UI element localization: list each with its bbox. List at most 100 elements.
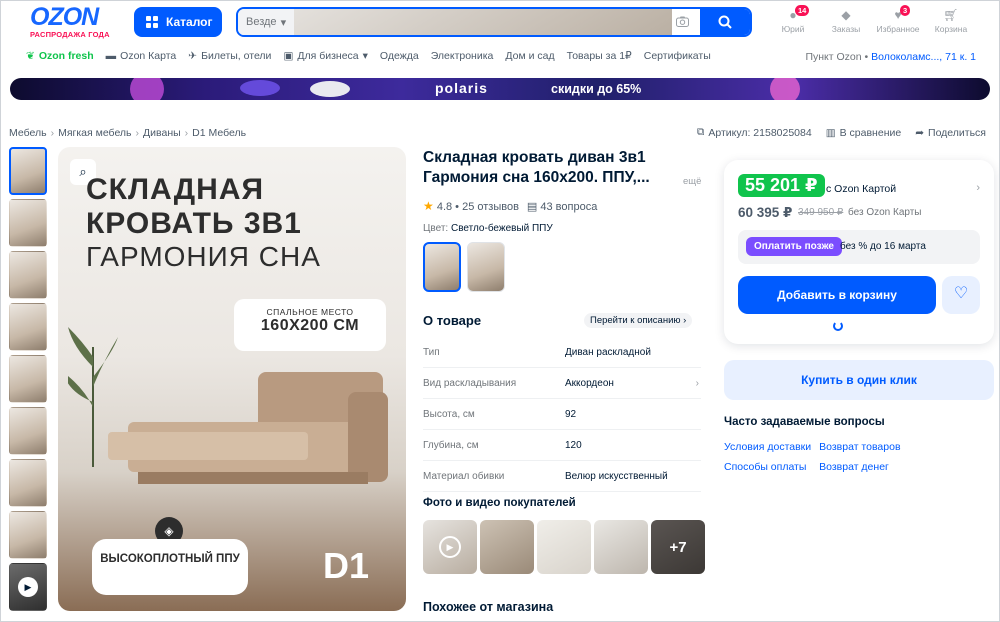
heart-icon: ♥ 3 — [889, 5, 911, 22]
ozon-logo[interactable]: OZON РАСПРОДАЖА ГОДА — [30, 5, 122, 40]
thumbnail[interactable] — [9, 459, 47, 507]
catalog-label: Каталог — [166, 15, 213, 29]
header-cart-label: Корзина — [934, 24, 968, 34]
customer-video[interactable]: ▶ — [423, 520, 477, 574]
variant-option[interactable] — [467, 242, 505, 292]
image-title-1: СКЛАДНАЯ — [86, 173, 265, 206]
heart-icon: ♡ — [953, 285, 969, 302]
card-price-label: с Ozon Картой — [826, 183, 897, 195]
spec-row: Высота, см 92 — [423, 399, 701, 430]
nav-item-one-ruble[interactable]: Товары за 1₽ — [567, 50, 632, 62]
buy-one-click-button[interactable]: Купить в один клик — [724, 360, 994, 400]
buy-box: 55 201 ₽ с Ozon Картой › 60 395 ₽ 349 95… — [724, 160, 994, 344]
title-more-link[interactable]: ещё — [683, 176, 701, 187]
banner-decoration — [240, 80, 280, 96]
faq-link-refund[interactable]: Возврат денег — [819, 461, 900, 473]
brand-mark: D1 — [323, 545, 370, 586]
chevron-right-icon[interactable]: › — [976, 182, 980, 194]
card-price: 55 201 ₽ — [738, 174, 825, 197]
header-cart[interactable]: 🛒︎ Корзина — [926, 8, 976, 34]
thumbnail-strip: ▶ — [9, 147, 49, 615]
spec-value: Диван раскладной — [565, 346, 651, 358]
breadcrumb-item[interactable]: Мягкая мебель — [58, 127, 131, 139]
share-button[interactable]: ➦ Поделиться — [915, 127, 986, 139]
product-main-image[interactable]: ⌕ СКЛАДНАЯ КРОВАТЬ 3В1 ГАРМОНИЯ СНА СПАЛ… — [58, 147, 406, 611]
nav-item-electronics[interactable]: Электроника — [431, 50, 494, 62]
color-value: Светло-бежевый ППУ — [450, 223, 553, 234]
nav-item-certificates[interactable]: Сертификаты — [644, 50, 711, 62]
header-orders[interactable]: ◆ Заказы — [821, 8, 871, 34]
header-user[interactable]: ● 14 Юрий — [768, 5, 818, 34]
header: OZON РАСПРОДАЖА ГОДА Каталог Везде ▾ Иск… — [0, 0, 1000, 44]
customer-photos-heading: Фото и видео покупателей — [423, 497, 576, 509]
thumbnail[interactable] — [9, 303, 47, 351]
banner-brand: polaris — [435, 80, 488, 96]
user-badge: 14 — [795, 5, 810, 16]
nav-item-business[interactable]: ▣ Для бизнеса ▾ — [283, 50, 367, 62]
goto-description-label: Перейти к описанию — [590, 315, 681, 326]
favorites-badge: 3 — [900, 5, 911, 16]
pickup-point[interactable]: Пункт Ozon • Волоколамс..., 71 к. 1 — [805, 51, 976, 63]
catalog-button[interactable]: Каталог — [134, 7, 222, 37]
sofa-illustration — [108, 372, 388, 484]
spec-key: Вид раскладывания — [423, 377, 517, 389]
star-icon: ★ — [423, 199, 434, 213]
video-thumbnail[interactable]: ▶ — [9, 563, 47, 611]
customer-photo[interactable] — [480, 520, 534, 574]
thumbnail[interactable] — [9, 199, 47, 247]
rating-text: 4.8 • 25 отзывов — [436, 201, 519, 213]
play-icon: ▶ — [18, 577, 38, 597]
compare-icon: ▥ — [825, 126, 836, 139]
questions-link[interactable]: ▤ 43 вопроса — [527, 200, 597, 213]
compare-label: В сравнение — [839, 126, 902, 139]
customer-photo[interactable] — [594, 520, 648, 574]
search-scope-select[interactable]: Везде ▾ — [238, 9, 295, 35]
nav-label: Для бизнеса — [297, 50, 359, 62]
faq-link-returns[interactable]: Возврат товаров — [819, 441, 900, 453]
nav-item-clothing[interactable]: Одежда — [380, 50, 419, 62]
thumbnail[interactable] — [9, 251, 47, 299]
spec-key: Высота, см — [423, 408, 475, 420]
goto-description-button[interactable]: Перейти к описанию › — [584, 313, 693, 328]
article-number[interactable]: ⧉ Артикул: 2158025084 — [697, 126, 812, 139]
thumbnail[interactable] — [9, 147, 47, 195]
customer-photo[interactable] — [537, 520, 591, 574]
chevron-right-icon: › — [683, 315, 687, 326]
pill-label: СПАЛЬНОЕ МЕСТО — [266, 307, 354, 317]
nav-item-tickets[interactable]: ✈ Билеты, отели — [188, 50, 271, 62]
more-photos-button[interactable]: +7 — [651, 520, 705, 574]
thumbnail[interactable] — [9, 355, 47, 403]
search-input[interactable]: Искать на Ozon — [294, 9, 672, 35]
similar-heading: Похожее от магазина — [423, 600, 554, 614]
nav-item-home-garden[interactable]: Дом и сад — [505, 50, 554, 62]
spec-row[interactable]: Вид раскладывания Аккордеон › — [423, 368, 701, 399]
variant-option[interactable] — [423, 242, 461, 292]
header-orders-label: Заказы — [831, 24, 861, 34]
faq-link-payment[interactable]: Способы оплаты — [724, 461, 811, 473]
header-favorites-label: Избранное — [876, 24, 920, 34]
breadcrumb-item[interactable]: Мебель — [9, 127, 47, 139]
old-price: 349 950 ₽ — [798, 207, 844, 218]
camera-icon[interactable] — [672, 15, 692, 30]
thumbnail[interactable] — [9, 407, 47, 455]
reviews-link[interactable]: ★ 4.8 • 25 отзывов — [423, 199, 519, 213]
header-favorites[interactable]: ♥ 3 Избранное — [873, 5, 923, 34]
thumbnail[interactable] — [9, 511, 47, 559]
add-to-cart-button[interactable]: Добавить в корзину — [738, 276, 936, 314]
chat-icon: ▤ — [526, 200, 538, 213]
faq-link-delivery[interactable]: Условия доставки — [724, 441, 811, 453]
favorite-button[interactable]: ♡ — [942, 276, 980, 314]
nav-item-ozon-fresh[interactable]: ❦ Ozon fresh — [26, 50, 94, 62]
spec-key: Тип — [423, 346, 440, 358]
spec-value: Аккордеон — [565, 377, 614, 389]
nav-item-ozon-card[interactable]: ▬ Ozon Карта — [106, 50, 177, 62]
breadcrumb-item[interactable]: D1 Мебель — [192, 127, 246, 139]
pay-later-button[interactable]: Оплатить позже — [746, 237, 842, 256]
nav-label: Ozon fresh — [38, 50, 94, 62]
promo-banner[interactable]: polaris скидки до 65% — [10, 78, 990, 100]
search-button[interactable] — [700, 9, 750, 35]
breadcrumb-item[interactable]: Диваны — [143, 127, 181, 139]
faq-heading: Часто задаваемые вопросы — [724, 416, 885, 428]
spec-key: Глубина, см — [423, 439, 479, 451]
compare-button[interactable]: ▥ В сравнение — [826, 127, 902, 139]
